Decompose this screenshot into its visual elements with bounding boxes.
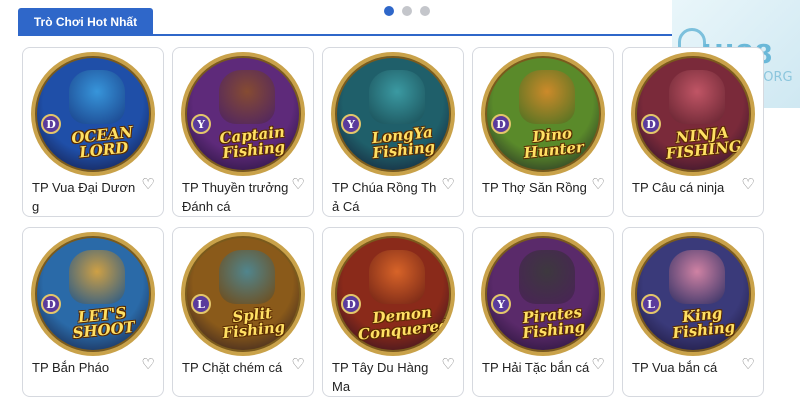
game-character-art [69,70,125,124]
game-thumbnail[interactable]: L Split Fishing [181,232,305,356]
game-thumbnail[interactable]: D OCEAN LORD [31,52,155,176]
game-thumbnail[interactable]: Y Pirates Fishing [481,232,605,356]
favorite-heart-icon[interactable]: ♡ [139,356,157,374]
favorite-heart-icon[interactable]: ♡ [439,176,457,194]
section-title-tab[interactable]: Trò Chơi Hot Nhất [18,8,153,36]
game-title[interactable]: TP Thợ Săn Rồng [482,178,590,197]
game-thumbnail[interactable]: D NINJA FISHING [631,52,755,176]
section-header: Trò Chơi Hot Nhất [18,6,678,36]
provider-badge: D [41,294,61,314]
game-card[interactable]: L Split Fishing TP Chặt chém cá ♡ [172,227,314,397]
game-title[interactable]: TP Thuyền trưởng Đánh cá [182,178,290,216]
game-logo-text: King Fishing [671,303,736,343]
game-title[interactable]: TP Hải Tặc bắn cá [482,358,590,377]
provider-badge: D [491,114,511,134]
provider-badge: Y [191,114,211,134]
game-character-art [669,250,725,304]
game-card[interactable]: L King Fishing TP Vua bắn cá ♡ [622,227,764,397]
game-card[interactable]: D NINJA FISHING TP Câu cá ninja ♡ [622,47,764,217]
game-card[interactable]: D Demon Conquered TP Tây Du Hàng Ma ♡ [322,227,464,397]
game-character-art [219,250,275,304]
game-logo-text: LongYa Fishing [370,122,436,163]
game-card[interactable]: D OCEAN LORD TP Vua Đại Dương ♡ [22,47,164,217]
game-thumbnail[interactable]: D LET'S SHOOT [31,232,155,356]
provider-badge: D [41,114,61,134]
provider-badge: L [641,294,661,314]
game-thumbnail[interactable]: L King Fishing [631,232,755,356]
game-card[interactable]: D LET'S SHOOT TP Bắn Pháo ♡ [22,227,164,397]
game-character-art [69,250,125,304]
game-title[interactable]: TP Chúa Rồng Thả Cá [332,178,440,216]
game-title[interactable]: TP Vua Đại Dương [32,178,140,216]
carousel-dot-1[interactable] [384,6,394,16]
game-character-art [369,250,425,304]
game-logo-text: OCEAN LORD [70,122,134,162]
favorite-heart-icon[interactable]: ♡ [139,176,157,194]
game-title[interactable]: TP Chặt chém cá [182,358,290,377]
favorite-heart-icon[interactable]: ♡ [589,356,607,374]
game-logo-text: Captain Fishing [218,122,286,163]
favorite-heart-icon[interactable]: ♡ [589,176,607,194]
game-thumbnail[interactable]: Y LongYa Fishing [331,52,455,176]
favorite-heart-icon[interactable]: ♡ [289,176,307,194]
game-thumbnail[interactable]: D Dino Hunter [481,52,605,176]
game-card[interactable]: D Dino Hunter TP Thợ Săn Rồng ♡ [472,47,614,217]
carousel-dot-2[interactable] [402,6,412,16]
provider-badge: L [191,294,211,314]
game-title[interactable]: TP Bắn Pháo [32,358,140,377]
game-title[interactable]: TP Câu cá ninja [632,178,740,197]
favorite-heart-icon[interactable]: ♡ [739,176,757,194]
provider-badge: Y [341,114,361,134]
provider-badge: D [641,114,661,134]
game-card[interactable]: Y Captain Fishing TP Thuyền trưởng Đánh … [172,47,314,217]
game-title[interactable]: TP Vua bắn cá [632,358,740,377]
game-logo-text: Demon Conquered [357,302,451,344]
game-character-art [219,70,275,124]
game-character-art [519,250,575,304]
game-card[interactable]: Y Pirates Fishing TP Hải Tặc bắn cá ♡ [472,227,614,397]
carousel-dots [384,6,430,16]
game-title[interactable]: TP Tây Du Hàng Ma [332,358,440,396]
carousel-dot-3[interactable] [420,6,430,16]
game-logo-text: Dino Hunter [522,124,585,163]
game-logo-text: Pirates Fishing [521,302,586,343]
game-character-art [519,70,575,124]
game-character-art [669,70,725,124]
game-card[interactable]: Y LongYa Fishing TP Chúa Rồng Thả Cá ♡ [322,47,464,217]
favorite-heart-icon[interactable]: ♡ [439,356,457,374]
game-thumbnail[interactable]: Y Captain Fishing [181,52,305,176]
game-character-art [369,70,425,124]
game-logo-text: LET'S SHOOT [71,303,136,343]
favorite-heart-icon[interactable]: ♡ [289,356,307,374]
game-logo-text: NINJA FISHING [664,123,743,163]
game-thumbnail[interactable]: D Demon Conquered [331,232,455,356]
game-logo-text: Split Fishing [221,304,286,343]
favorite-heart-icon[interactable]: ♡ [739,356,757,374]
provider-badge: D [341,294,361,314]
provider-badge: Y [491,294,511,314]
